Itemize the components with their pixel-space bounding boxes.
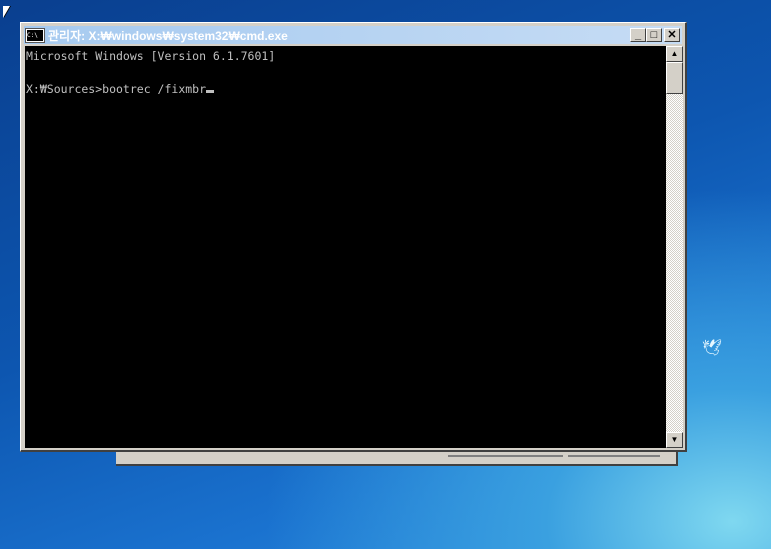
- scroll-up-button[interactable]: ▲: [666, 46, 683, 62]
- bird-wallpaper-icon: 🕊: [702, 340, 723, 357]
- mouse-pointer-icon: [3, 6, 10, 18]
- scroll-down-button[interactable]: ▼: [666, 432, 683, 448]
- command-prompt-line: X:₩Sources>bootrec /fixmbr: [26, 82, 207, 96]
- scroll-thumb[interactable]: [666, 62, 683, 94]
- dialog-button[interactable]: [568, 452, 660, 457]
- vertical-scrollbar[interactable]: ▲ ▼: [666, 46, 683, 448]
- maximize-button[interactable]: □: [646, 28, 662, 42]
- dialog-button[interactable]: [448, 452, 563, 457]
- cmd-window: C:\ 관리자: X:₩windows₩system32₩cmd.exe _ □…: [20, 22, 687, 452]
- window-title: 관리자: X:₩windows₩system32₩cmd.exe: [48, 28, 288, 43]
- text-cursor: [206, 90, 215, 93]
- console-output[interactable]: Microsoft Windows [Version 6.1.7601] X:₩…: [25, 46, 666, 448]
- title-bar[interactable]: C:\ 관리자: X:₩windows₩system32₩cmd.exe _ □…: [24, 26, 682, 44]
- cmd-icon: C:\: [25, 27, 45, 43]
- close-button[interactable]: ✕: [664, 28, 680, 42]
- minimize-button[interactable]: _: [630, 28, 646, 42]
- console-line: Microsoft Windows [Version 6.1.7601]: [26, 49, 276, 63]
